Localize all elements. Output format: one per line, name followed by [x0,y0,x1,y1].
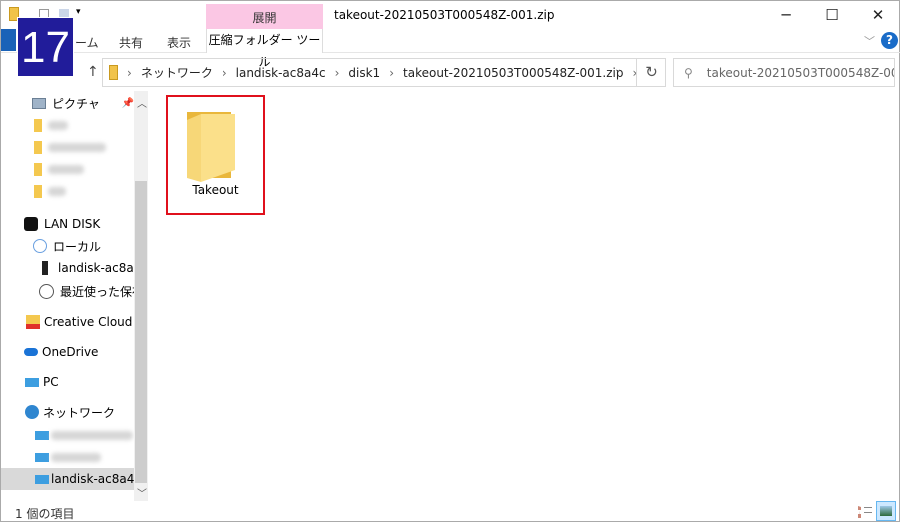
nav-label: LAN DISK [44,217,101,231]
search-input[interactable]: ⚲ takeout-20210503T000548Z-001.zi... [673,58,895,87]
nav-label: landisk-ac8a4c [58,261,134,275]
tab-compressed-folder-tools[interactable]: 圧縮フォルダー ツール [206,29,323,69]
tab-view[interactable]: 表示 [167,34,191,51]
local-icon [33,239,47,253]
help-icon[interactable]: ? [881,32,898,49]
pin-icon[interactable]: 📌 [122,98,134,109]
breadcrumb-landisk[interactable]: landisk-ac8a4c [236,66,326,80]
scroll-up-icon[interactable]: ︿ [137,95,147,110]
nav-item-creative-cloud[interactable]: Creative Cloud Files [1,311,134,333]
nav-label: ピクチャ [52,96,100,111]
creative-cloud-icon [26,315,40,329]
minimize-button[interactable]: ─ [763,1,809,29]
nav-label: ネットワーク [43,405,116,420]
breadcrumb-zip[interactable]: takeout-20210503T000548Z-001.zip [403,66,623,80]
nav-item-landisk-network[interactable]: landisk-ac8a4c [1,468,134,490]
maximize-button[interactable]: ☐ [809,1,855,29]
folder-icon [34,140,42,154]
chevron-right-icon: › [389,65,395,80]
large-icons-view-button[interactable] [876,501,896,521]
cloud-icon [24,348,38,356]
address-bar[interactable]: › ネットワーク › landisk-ac8a4c › disk1 › take… [102,58,666,87]
nav-item-blurred[interactable] [1,424,134,446]
file-name: Takeout [192,183,239,197]
status-bar: 1 個の項目 [1,501,900,523]
nav-label: ローカル [53,239,102,254]
zip-icon [109,65,118,80]
chevron-right-icon: › [334,65,340,80]
network-icon [25,405,39,419]
navigation-pane: ピクチャ 📌 LAN DISK ローカル landisk-ac8a4c 最近使った… [1,91,148,501]
quick-access-dropdown[interactable]: ▾ [76,7,81,17]
nav-item-blurred[interactable] [1,180,134,202]
step-badge: 17 [17,17,74,77]
title-bar: ▾ 展開 takeout-20210503T000548Z-001.zip ─ … [1,1,900,29]
ribbon-expand-icon[interactable]: ﹀ [864,33,875,49]
tab-share[interactable]: 共有 [119,34,143,51]
nav-item-pc[interactable]: PC [1,371,134,393]
computer-icon [35,452,49,462]
search-placeholder: takeout-20210503T000548Z-001.zi... [706,65,894,80]
landisk-icon [24,217,38,231]
computer-icon [35,430,49,440]
nav-item-landisk-device[interactable]: landisk-ac8a4c [1,257,134,279]
refresh-button[interactable]: ↻ [636,58,666,87]
folder-icon [34,118,42,132]
nav-item-blurred[interactable] [1,446,134,468]
nav-item-network[interactable]: ネットワーク [1,401,134,423]
item-count: 1 個の項目 [15,507,75,521]
nav-item-lan-disk[interactable]: LAN DISK [1,213,134,235]
nav-item-blurred[interactable] [1,158,134,180]
tab-file[interactable] [1,29,16,51]
nav-item-blurred[interactable] [1,136,134,158]
tab-home[interactable]: ーム [75,34,99,51]
computer-icon [35,474,49,484]
close-button[interactable]: ✕ [855,1,900,29]
nav-label: PC [43,375,59,389]
folder-icon [34,162,42,176]
nav-label: OneDrive [42,345,99,359]
chevron-right-icon: › [221,65,227,80]
address-history-dropdown[interactable]: ⌄ [614,64,622,75]
scrollbar-thumb[interactable] [135,181,147,483]
nav-item-local[interactable]: ローカル [1,235,134,257]
nav-item-pictures[interactable]: ピクチャ 📌 [1,92,134,114]
breadcrumb-disk1[interactable]: disk1 [348,66,380,80]
pc-icon [25,377,39,387]
chevron-right-icon: › [127,65,132,80]
nav-label: landisk-ac8a4c [51,472,134,486]
search-icon: ⚲ [684,65,693,80]
breadcrumb-network[interactable]: ネットワーク [141,64,213,81]
device-icon [42,261,48,275]
nav-item-recent[interactable]: 最近使った保存先 [1,280,134,302]
nav-item-blurred[interactable] [1,114,134,136]
folder-icon [34,184,42,198]
nav-item-onedrive[interactable]: OneDrive [1,341,134,363]
folder-icon [187,112,235,182]
clock-icon [39,283,54,299]
pictures-icon [32,97,46,109]
nav-label: 最近使った保存先 [60,284,134,299]
window-title: takeout-20210503T000548Z-001.zip [334,8,555,22]
scroll-down-icon[interactable]: ﹀ [137,485,147,500]
details-view-button[interactable] [858,506,872,518]
up-button[interactable]: ↑ [87,64,99,80]
tab-extract[interactable]: 展開 [206,4,323,29]
nav-label: Creative Cloud Files [44,315,134,329]
